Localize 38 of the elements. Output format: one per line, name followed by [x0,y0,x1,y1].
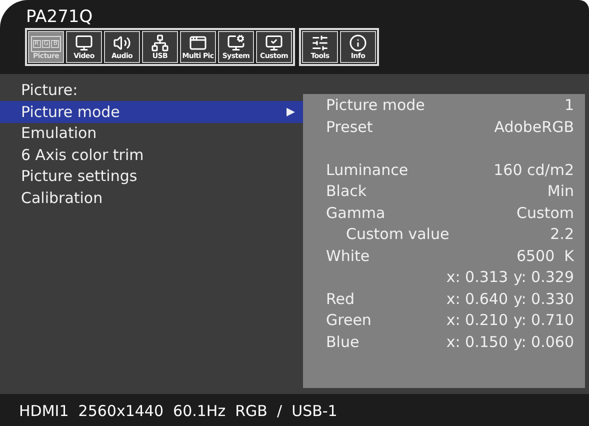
setting-label: Luminance [326,160,408,180]
window-icon [187,34,209,52]
setting-label: Green [326,311,372,329]
setting-label: Custom value [345,224,450,245]
status-text: HDMI1 2560x1440 60.1Hz RGB / USB-1 [19,402,338,420]
setting-label: Picture mode [326,95,425,116]
y-coordinate: y: 0.329 [512,267,574,288]
info-icon [347,34,369,52]
y-coordinate: y: 0.060 [512,332,574,352]
setting-label: Blue [326,332,360,350]
speaker-icon [111,34,133,52]
menu-item[interactable]: 6 Axis color trim [0,144,303,166]
setting-value: 160 cd/m2 [494,160,574,180]
window-title: PA271Q [25,6,94,26]
setting-value: 1 [564,95,574,116]
monitor-icon [73,34,95,52]
y-coordinate: y: 0.330 [512,288,574,310]
setting-label: White [326,246,370,266]
menu-item[interactable]: Emulation [0,122,303,144]
setting-label: Preset [326,116,373,138]
menu-heading: Picture: [20,80,79,101]
menu-item[interactable]: Picture settings [0,166,303,187]
monitor-gear-icon [225,34,247,52]
y-coordinate: y: 0.710 [512,310,574,331]
setting-value: 6500 K [516,246,574,266]
x-coordinate: x: 0.150 [445,332,508,352]
setting-label: Gamma [326,202,386,224]
setting-value: Min [547,181,574,202]
setting-value: AdobeRGB [494,116,574,138]
x-coordinate: x: 0.313 [445,267,508,288]
x-coordinate: x: 0.210 [445,310,508,331]
setting-value: Custom [516,202,574,224]
menu-item[interactable]: Picture mode ▶ [0,101,303,122]
x-coordinate: x: 0.640 [445,288,508,310]
setting-label: Red [326,290,354,308]
setting-value: 2.2 [550,224,574,245]
menu-item[interactable]: Calibration [0,187,303,208]
setting-label: Black [326,181,367,202]
